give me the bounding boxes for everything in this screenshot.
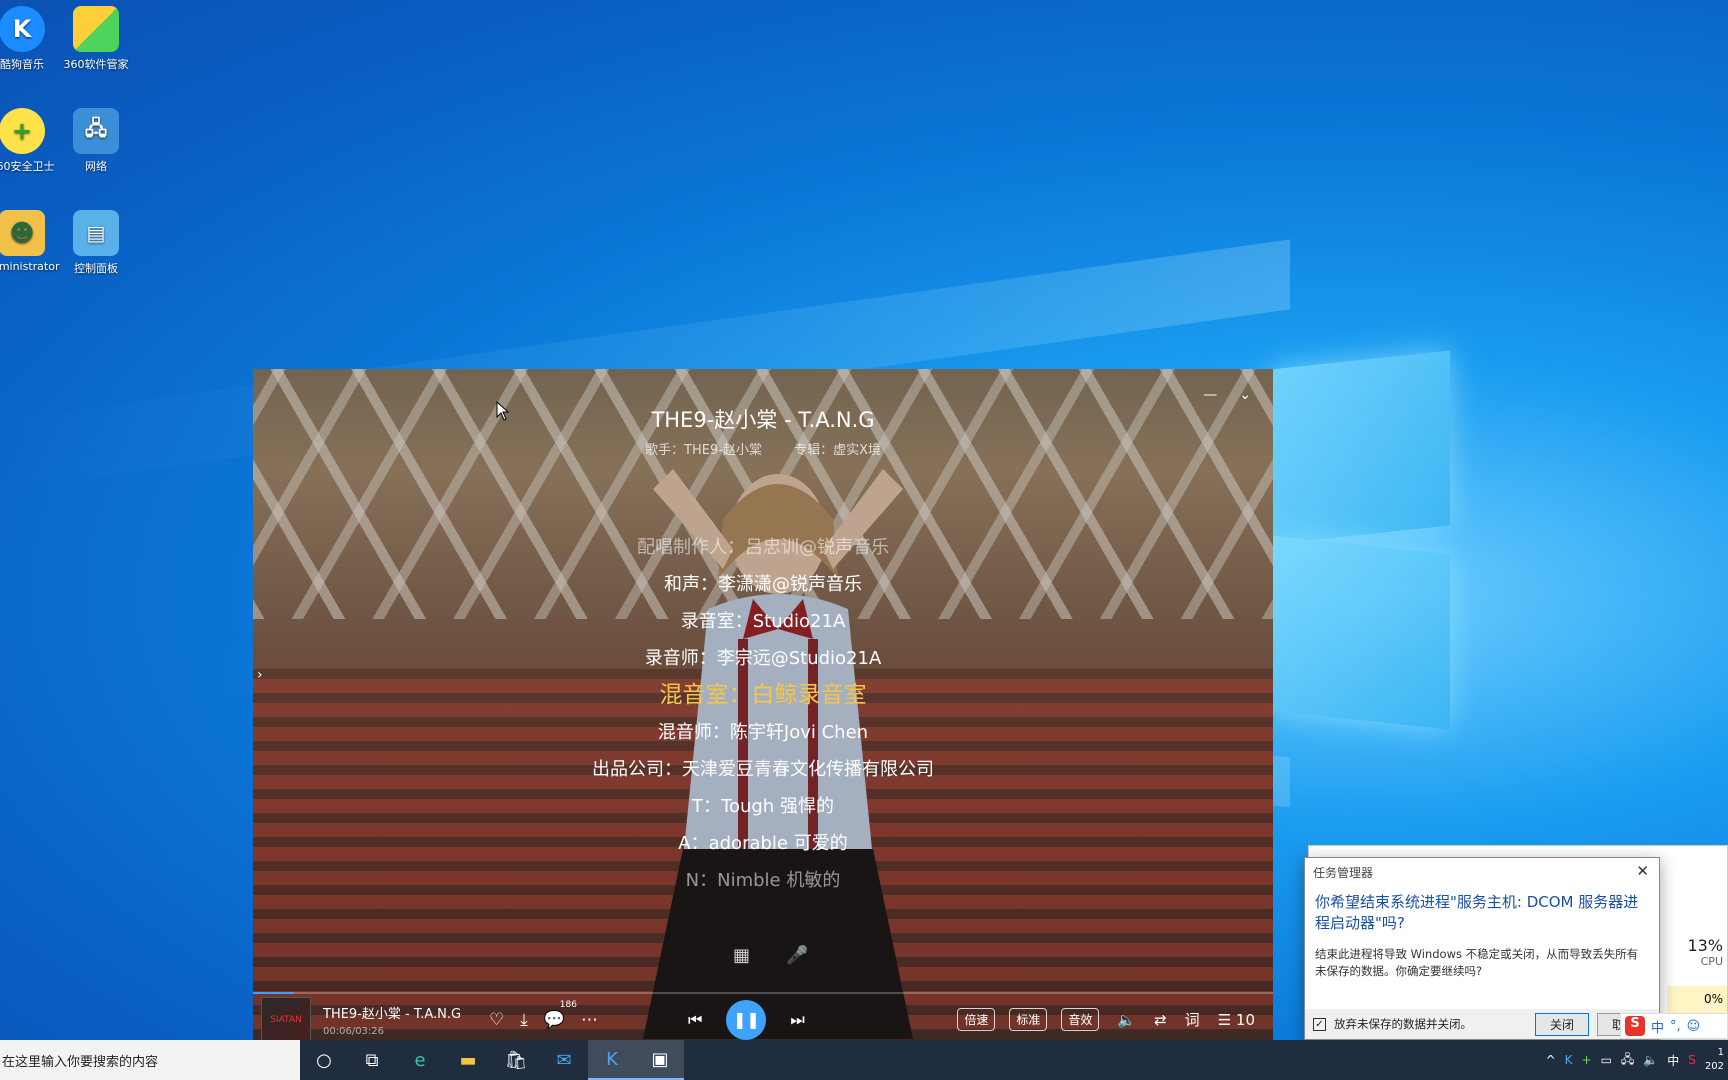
desktop-icon-administrator[interactable]: ☻ Administrator	[0, 210, 62, 273]
player-control-bar: SIATAN THE9-赵小棠 - T.A.N.G 00:06/03:26 ♡ …	[253, 994, 1273, 1045]
minimize-button[interactable]: —	[1203, 387, 1217, 403]
player-window-buttons: — ⌄	[1203, 387, 1251, 403]
ime-toolbar[interactable]: S 中 °, ☺	[1620, 1013, 1728, 1039]
taskbar: 在这里输入你要搜索的内容 ○ ⧉ e ▬ 🛍 ✉ K ▣ ^ K + ▭ 🖧 🔈…	[0, 1040, 1728, 1080]
more-icon[interactable]: ⋯	[581, 1010, 598, 1030]
previous-icon[interactable]: ⏮	[688, 1010, 702, 1030]
360-software-manager-icon	[73, 6, 119, 52]
comment-icon[interactable]: 💬 186	[544, 1000, 577, 1030]
video-icon[interactable]: ▦	[733, 945, 750, 966]
task-manager-taskbar-icon[interactable]: ▣	[636, 1040, 684, 1080]
lyric-line: 录音室：Studio21A	[680, 611, 846, 632]
collapse-button[interactable]: ⌄	[1239, 387, 1251, 403]
playlist-count: 10	[1235, 1010, 1255, 1029]
dialog-question: 你希望结束系统进程"服务主机: DCOM 服务器进程启动器"吗?	[1315, 893, 1639, 932]
network-icon: 🖧	[73, 108, 119, 154]
song-meta: 歌手：THE9-赵小棠 专辑：虚实X境	[253, 439, 1273, 458]
language-indicator[interactable]: 中	[1667, 1052, 1679, 1069]
pause-button[interactable]: ❚❚	[726, 999, 767, 1040]
clock[interactable]: 1 202	[1705, 1046, 1724, 1074]
360-safe-guard-icon: +	[0, 108, 45, 154]
desktop-icon-control-panel[interactable]: ▤ 控制面板	[56, 210, 136, 276]
lyric-line: 录音师：李宗远@Studio21A	[644, 648, 882, 669]
dialog-description: 结束此进程将导致 Windows 不稳定或关闭，从而导致丢失所有未保存的数据。你…	[1315, 947, 1639, 978]
next-icon[interactable]: ⏭	[790, 1010, 804, 1030]
edge-browser-icon[interactable]: e	[396, 1040, 444, 1080]
task-view-icon[interactable]: ⧉	[348, 1040, 396, 1080]
volume-icon[interactable]: 🔈	[1117, 1011, 1136, 1029]
kugou-tray-icon[interactable]: K	[1565, 1053, 1573, 1067]
song-title: THE9-赵小棠 - T.A.N.G	[651, 408, 875, 432]
lyric-line: A：adorable 可爱的	[678, 833, 848, 854]
sogou-icon: S	[1625, 1016, 1645, 1036]
pause-icon: ❚❚	[732, 1010, 760, 1029]
playback-time: 00:06/03:26	[323, 1025, 385, 1037]
playlist-icon[interactable]: ☰ 10	[1218, 1011, 1255, 1029]
sound-effect-button[interactable]: 音效	[1061, 1008, 1100, 1031]
lyric-line: 和声：李潇潇@锐声音乐	[664, 574, 862, 595]
control-panel-icon: ▤	[73, 210, 119, 256]
album-cover[interactable]: SIATAN	[261, 996, 311, 1043]
repeat-icon[interactable]: ⇄	[1154, 1011, 1167, 1029]
artist-link[interactable]: 歌手：THE9-赵小棠	[645, 443, 762, 458]
abandon-data-checkbox[interactable]: ✓	[1313, 1017, 1326, 1031]
usage-cell: 0%	[1667, 986, 1727, 1016]
close-icon[interactable]: ✕	[1636, 862, 1649, 880]
file-explorer-icon[interactable]: ▬	[444, 1040, 492, 1080]
store-icon[interactable]: 🛍	[492, 1040, 540, 1080]
system-tray: ^ K + ▭ 🖧 🔈 中 S 1 202	[1546, 1046, 1728, 1074]
lyric-line: 混音师：陈宇轩Jovi Chen	[657, 722, 869, 743]
sogou-tray-icon[interactable]: S	[1688, 1053, 1696, 1067]
lyric-line: 出品公司：天津爱豆青春文化传播有限公司	[592, 759, 934, 780]
mouse-cursor-icon	[496, 401, 510, 421]
mail-icon[interactable]: ✉	[540, 1040, 588, 1080]
lyric-line-current: 混音室：白鲸录音室	[659, 682, 867, 708]
album-link[interactable]: 专辑：虚实X境	[794, 443, 881, 458]
now-playing-name[interactable]: THE9-赵小棠 - T.A.N.G	[323, 1003, 473, 1022]
lyric-line: N：Nimble 机敏的	[685, 870, 841, 891]
kugou-music-icon: K	[0, 6, 45, 52]
desktop-icon-network[interactable]: 🖧 网络	[56, 108, 136, 174]
360-tray-icon[interactable]: +	[1582, 1053, 1592, 1067]
chevron-up-icon[interactable]: ^	[1546, 1053, 1556, 1067]
dialog-title: 任务管理器	[1313, 866, 1374, 880]
speed-button[interactable]: 倍速	[957, 1008, 996, 1031]
volume-tray-icon[interactable]: 🔈	[1643, 1053, 1658, 1067]
close-button[interactable]: 关闭	[1534, 1012, 1589, 1036]
quality-button[interactable]: 标准	[1009, 1008, 1048, 1031]
checkbox-label: 放弃未保存的数据并关闭。	[1334, 1017, 1472, 1031]
comment-count: 186	[559, 999, 577, 1010]
cortana-icon[interactable]: ○	[300, 1040, 348, 1080]
kugou-taskbar-icon[interactable]: K	[588, 1040, 636, 1080]
ime-language[interactable]: 中	[1651, 1017, 1664, 1036]
user-folder-icon: ☻	[0, 210, 45, 256]
heart-icon[interactable]: ♡	[489, 1010, 504, 1030]
cpu-label: CPU	[1700, 955, 1723, 968]
windows-logo	[1270, 350, 1450, 730]
lyric-tools: ▦ 🎤	[733, 945, 808, 966]
lyric-line: 配唱制作人：吕忠训@锐声音乐	[637, 537, 889, 558]
desktop-icon-360-safe[interactable]: + 360安全卫士	[0, 108, 62, 174]
desktop-icon-kugou[interactable]: K 酷狗音乐	[0, 6, 62, 72]
window-tray-icon[interactable]: ▭	[1601, 1053, 1612, 1067]
smiley-icon[interactable]: ☺	[1687, 1019, 1701, 1034]
lyric-button[interactable]: 词	[1185, 1009, 1200, 1030]
taskbar-search-box[interactable]: 在这里输入你要搜索的内容	[0, 1040, 300, 1080]
network-tray-icon[interactable]: 🖧	[1621, 1050, 1634, 1071]
desktop-icon-360-software[interactable]: 360软件管家	[56, 6, 136, 72]
ime-punctuation[interactable]: °,	[1670, 1019, 1681, 1034]
music-player-window[interactable]: — ⌄ THE9-赵小棠 - T.A.N.G 歌手：THE9-赵小棠 专辑：虚实…	[253, 369, 1273, 1045]
cpu-percent: 13%	[1687, 936, 1723, 955]
end-process-dialog[interactable]: 任务管理器 ✕ 你希望结束系统进程"服务主机: DCOM 服务器进程启动器"吗?…	[1304, 857, 1660, 1040]
microphone-icon[interactable]: 🎤	[786, 945, 808, 966]
lyrics-panel: 配唱制作人：吕忠训@锐声音乐 和声：李潇潇@锐声音乐 录音室：Studio21A…	[253, 529, 1273, 899]
lyric-line: T：Tough 强悍的	[692, 796, 834, 817]
download-icon[interactable]: ⤓	[520, 1010, 528, 1030]
